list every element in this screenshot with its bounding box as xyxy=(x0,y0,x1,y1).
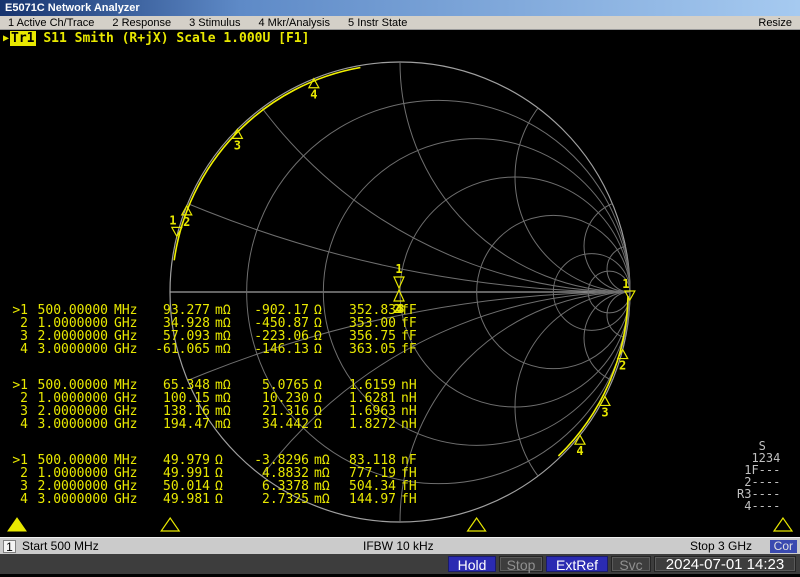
menu-item-1-active-ch-trace[interactable]: 1 Active Ch/Trace xyxy=(8,17,94,29)
marker-row: 43.0000000GHz194.47mΩ34.442Ω1.8272nH xyxy=(10,418,421,431)
extref-indicator: ExtRef xyxy=(546,556,608,572)
reactance-arc--2 xyxy=(515,292,745,522)
menu-items: 1 Active Ch/Trace 2 Response 3 Stimulus 4 M… xyxy=(8,17,407,29)
window-titlebar: E5071C Network Analyzer xyxy=(0,0,800,16)
stimulus-marker-4[interactable] xyxy=(774,518,792,531)
status-bar: 1 Start 500 MHz IFBW 10 kHz Stop 3 GHz C… xyxy=(0,537,800,554)
svc-indicator: Svc xyxy=(611,556,651,572)
menu-bar: 1 Active Ch/Trace 2 Response 3 Stimulus 4 M… xyxy=(0,16,800,30)
trace-upper-left xyxy=(174,68,360,261)
marker-row: 43.0000000GHz-61.065mΩ-146.13Ω363.05fF xyxy=(10,343,421,356)
instrument-status-bar: Hold Stop ExtRef Svc 2024-07-01 14:23 xyxy=(0,554,800,574)
marker-table-impedance: >1500.00000MHz49.979Ω-3.8296mΩ83.118nF21… xyxy=(10,454,421,506)
svg-text:3: 3 xyxy=(601,405,608,419)
instrument-screen: ▶ Tr1 S11 Smith (R+jX) Scale 1.000U [F1]… xyxy=(0,30,800,537)
stop-frequency-label: Stop 3 GHz xyxy=(690,539,752,553)
menu-item-5-instr-state[interactable]: 5 Instr State xyxy=(348,17,407,29)
svg-text:4: 4 xyxy=(576,444,583,458)
svg-text:2: 2 xyxy=(619,359,626,373)
marker-row: 43.0000000GHz49.981Ω2.7325mΩ144.97fH xyxy=(10,493,421,506)
svg-text:1: 1 xyxy=(395,262,402,276)
app-window: E5071C Network Analyzer 1 Active Ch/Trac… xyxy=(0,0,800,577)
channel-number: 1 xyxy=(3,540,16,553)
reactance-arc-+2 xyxy=(515,62,745,292)
reactance-arc-+1 xyxy=(400,30,800,292)
menu-item-3-stimulus[interactable]: 3 Stimulus xyxy=(189,17,240,29)
resize-button[interactable]: Resize xyxy=(758,17,792,29)
marker-table-reactance-l: >1500.00000MHz65.348mΩ5.0765Ω1.6159nH21.… xyxy=(10,379,421,431)
svg-text:1: 1 xyxy=(169,213,176,227)
menu-item-2-response[interactable]: 2 Response xyxy=(112,17,171,29)
datetime-display: 2024-07-01 14:23 xyxy=(654,556,796,572)
stimulus-marker-3[interactable] xyxy=(468,518,486,531)
svg-text:4: 4 xyxy=(310,88,317,102)
status-segments: Hold Stop ExtRef Svc 2024-07-01 14:23 xyxy=(448,556,796,572)
hold-indicator: Hold xyxy=(448,556,496,572)
svg-text:1: 1 xyxy=(622,277,629,291)
window-title: E5071C Network Analyzer xyxy=(5,2,140,14)
marker-table-reactance-c: >1500.00000MHz93.277mΩ-902.17Ω352.83fF21… xyxy=(10,304,421,356)
svg-text:2: 2 xyxy=(183,215,190,229)
chart-marker-1[interactable]: 1 xyxy=(622,277,635,300)
ifbw-label: IFBW 10 kHz xyxy=(363,539,434,553)
stop-indicator: Stop xyxy=(499,556,543,572)
menu-item-4-mkr-analysis[interactable]: 4 Mkr/Analysis xyxy=(258,17,330,29)
stimulus-marker-1[interactable] xyxy=(8,518,26,531)
svg-text:3: 3 xyxy=(234,138,241,152)
start-frequency-label: Start 500 MHz xyxy=(22,539,99,553)
port-status-legend: S 1234 1F--- 2---- R3---- 4---- xyxy=(737,440,780,512)
stimulus-marker-2[interactable] xyxy=(161,518,179,531)
correction-badge: Cor xyxy=(770,540,797,553)
reactance-arc-+0.5 xyxy=(170,30,800,292)
